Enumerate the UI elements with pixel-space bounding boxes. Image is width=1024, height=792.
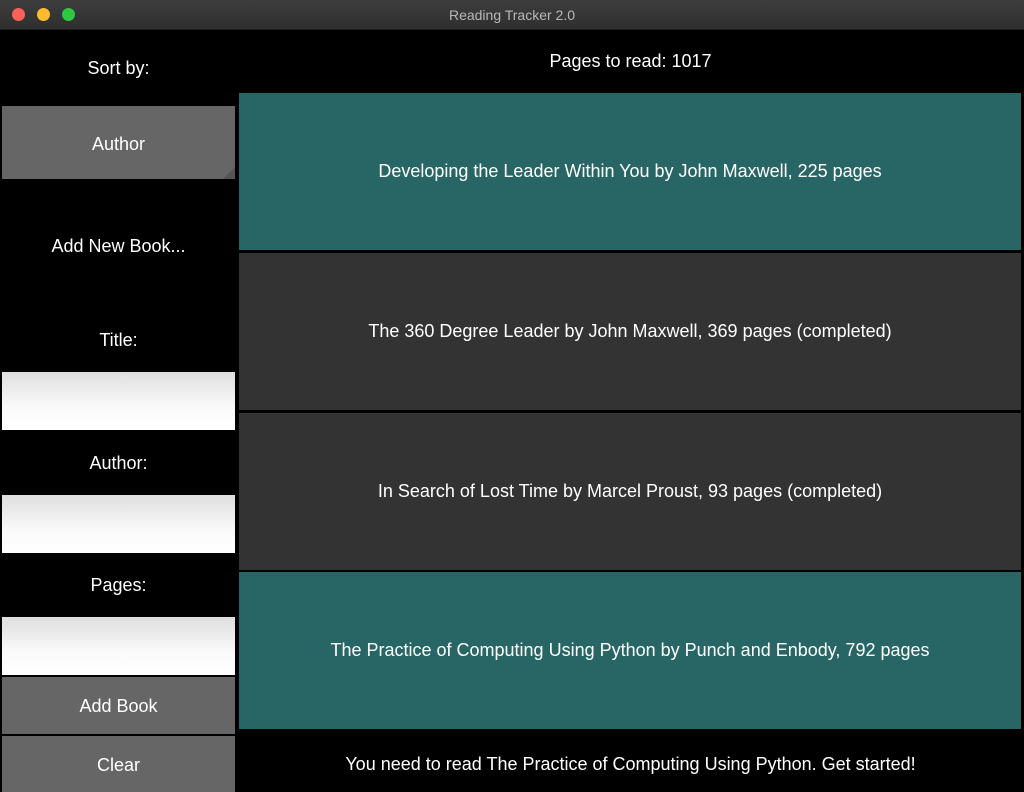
- window-title: Reading Tracker 2.0: [448, 7, 576, 23]
- add-new-book-heading: Add New Book...: [51, 236, 186, 256]
- title-bar: Reading Tracker 2.0: [0, 0, 1024, 30]
- book-button[interactable]: In Search of Lost Time by Marcel Proust,…: [239, 413, 1021, 570]
- book-button[interactable]: Developing the Leader Within You by John…: [239, 93, 1021, 250]
- author-label: Author:: [89, 453, 148, 473]
- book-button[interactable]: The Practice of Computing Using Python b…: [239, 572, 1021, 729]
- app-window: Reading Tracker 2.0 Sort by: Author Add …: [0, 0, 1024, 792]
- pages-input[interactable]: [2, 617, 235, 675]
- title-input[interactable]: [2, 372, 235, 430]
- status-message: You need to read The Practice of Computi…: [345, 754, 916, 774]
- pages-to-read-label: Pages to read: 1017: [549, 51, 712, 71]
- book-button[interactable]: The 360 Degree Leader by John Maxwell, 3…: [239, 253, 1021, 410]
- sort-spinner[interactable]: Author: [2, 106, 235, 179]
- title-label: Title:: [99, 330, 138, 350]
- sidebar: Sort by: Author Add New Book... Title: A…: [0, 30, 237, 792]
- clear-button[interactable]: Clear: [2, 736, 235, 792]
- sort-label: Sort by:: [87, 58, 150, 78]
- author-input[interactable]: [2, 495, 235, 553]
- pages-label: Pages:: [90, 575, 147, 595]
- add-book-button[interactable]: Add Book: [2, 677, 235, 734]
